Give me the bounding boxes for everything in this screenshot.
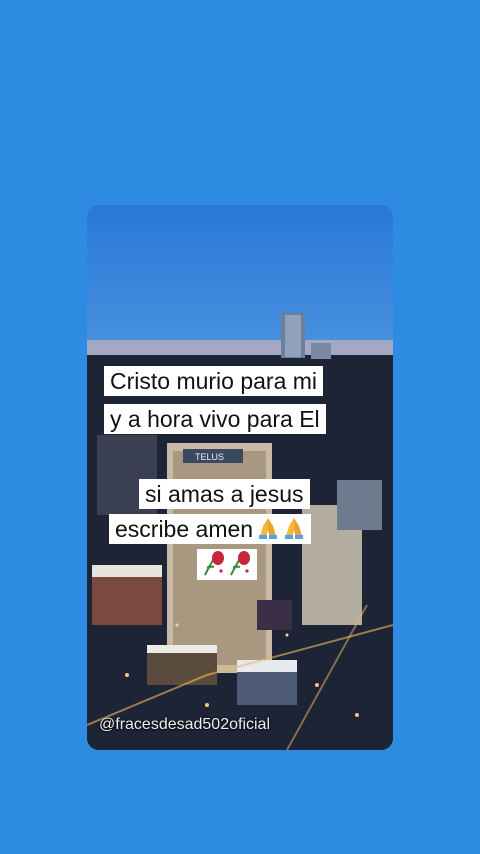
video-card[interactable]: TELUS — [87, 205, 393, 750]
caption-line-4-text: escribe amen — [115, 516, 254, 542]
caption-line-1: Cristo murio para mi — [104, 366, 324, 396]
folded-hands-icon — [259, 518, 278, 539]
folded-hands-icon — [285, 518, 304, 539]
watermark-handle: @fracesdesad502oficial — [99, 716, 271, 733]
svg-text:TELUS: TELUS — [195, 452, 224, 462]
screen: TELUS Cristo murio para mi y a hora vivo… — [0, 0, 480, 854]
caption-line-5 — [197, 549, 257, 580]
city-photo: TELUS — [87, 313, 393, 750]
caption-line-4: escribe amen — [109, 514, 312, 544]
wilted-rose-icon — [204, 551, 224, 576]
wilted-rose-icon — [230, 551, 250, 576]
caption-line-3: si amas a jesus — [139, 479, 310, 509]
caption-line-2: y a hora vivo para El — [104, 404, 326, 434]
